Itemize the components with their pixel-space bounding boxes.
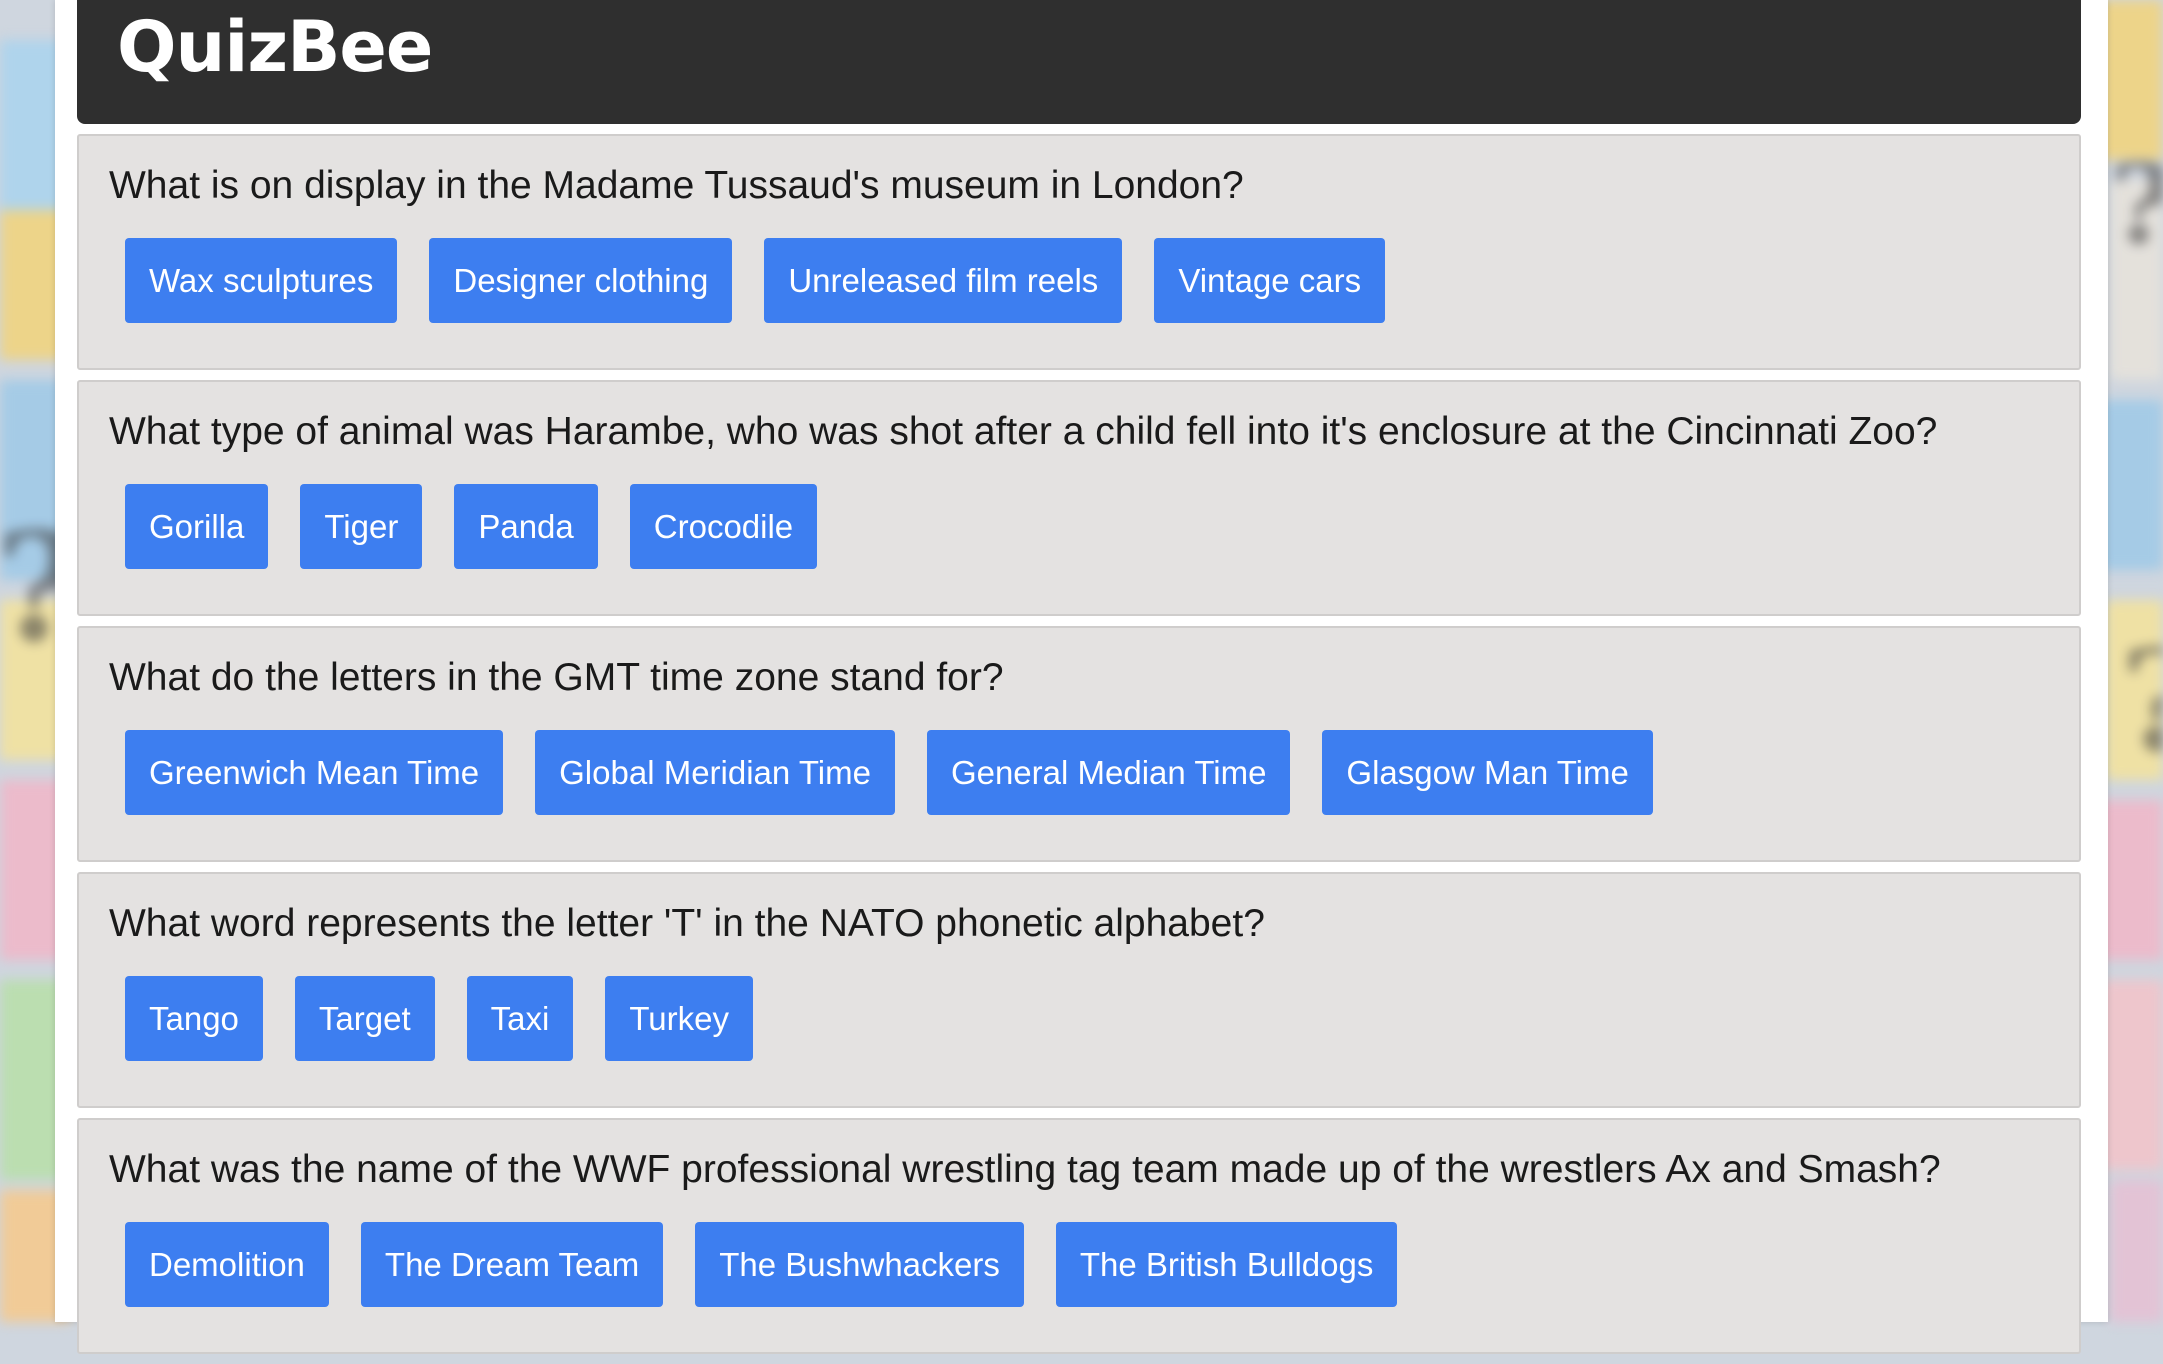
question-text: What do the letters in the GMT time zone… bbox=[109, 656, 1004, 699]
answer-button[interactable]: The British Bulldogs bbox=[1055, 1222, 1398, 1307]
answer-options: Greenwich Mean Time Global Meridian Time… bbox=[125, 730, 1653, 815]
answer-button[interactable]: Tiger bbox=[300, 484, 423, 569]
question-text: What is on display in the Madame Tussaud… bbox=[109, 164, 1244, 207]
answer-button[interactable]: Taxi bbox=[466, 976, 574, 1061]
answer-button[interactable]: The Dream Team bbox=[360, 1222, 664, 1307]
answer-button[interactable]: Gorilla bbox=[125, 484, 269, 569]
question-card: What word represents the letter 'T' in t… bbox=[77, 872, 2081, 1108]
answer-button[interactable]: Wax sculptures bbox=[125, 238, 398, 323]
question-list: What is on display in the Madame Tussaud… bbox=[77, 134, 2081, 1364]
answer-button[interactable]: Demolition bbox=[125, 1222, 329, 1307]
quiz-page: QuizBee What is on display in the Madame… bbox=[55, 0, 2108, 1354]
answer-button[interactable]: Turkey bbox=[605, 976, 753, 1061]
answer-options: Wax sculptures Designer clothing Unrelea… bbox=[125, 238, 1386, 323]
question-text: What was the name of the WWF professiona… bbox=[109, 1148, 1941, 1191]
answer-button[interactable]: Target bbox=[294, 976, 435, 1061]
answer-button[interactable]: Crocodile bbox=[629, 484, 818, 569]
question-text: What type of animal was Harambe, who was… bbox=[109, 410, 1938, 453]
app-header: QuizBee bbox=[77, 0, 2081, 124]
answer-button[interactable]: Greenwich Mean Time bbox=[125, 730, 504, 815]
answer-button[interactable]: The Bushwhackers bbox=[695, 1222, 1024, 1307]
question-card: What type of animal was Harambe, who was… bbox=[77, 380, 2081, 616]
answer-button[interactable]: General Median Time bbox=[926, 730, 1291, 815]
answer-button[interactable]: Panda bbox=[454, 484, 598, 569]
answer-button[interactable]: Glasgow Man Time bbox=[1322, 730, 1653, 815]
question-card: What do the letters in the GMT time zone… bbox=[77, 626, 2081, 862]
app-logo: QuizBee bbox=[117, 6, 433, 88]
answer-button[interactable]: Unreleased film reels bbox=[764, 238, 1123, 323]
answer-options: Demolition The Dream Team The Bushwhacke… bbox=[125, 1222, 1398, 1307]
answer-options: Tango Target Taxi Turkey bbox=[125, 976, 753, 1061]
question-card: What is on display in the Madame Tussaud… bbox=[77, 134, 2081, 370]
answer-button[interactable]: Global Meridian Time bbox=[535, 730, 895, 815]
question-card: What was the name of the WWF professiona… bbox=[77, 1118, 2081, 1354]
answer-options: Gorilla Tiger Panda Crocodile bbox=[125, 484, 818, 569]
answer-button[interactable]: Tango bbox=[125, 976, 263, 1061]
answer-button[interactable]: Vintage cars bbox=[1154, 238, 1386, 323]
question-text: What word represents the letter 'T' in t… bbox=[109, 902, 1265, 945]
answer-button[interactable]: Designer clothing bbox=[429, 238, 733, 323]
